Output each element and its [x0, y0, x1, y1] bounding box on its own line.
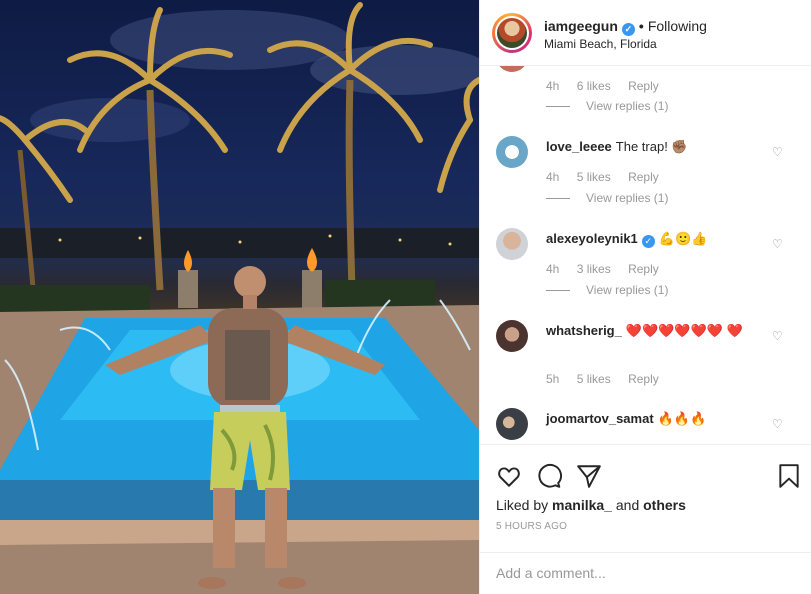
- comments-list[interactable]: 4h 6 likes Reply View replies (1) love_l…: [480, 66, 811, 444]
- add-comment-bar: [480, 552, 811, 594]
- comment-reply-button[interactable]: Reply: [628, 372, 659, 386]
- comment-username[interactable]: alexeyoleynik1: [546, 231, 638, 246]
- avatar[interactable]: [492, 13, 532, 53]
- comment-icon[interactable]: [536, 463, 562, 489]
- comment-time[interactable]: 5h: [546, 372, 559, 386]
- bookmark-icon[interactable]: [776, 463, 802, 489]
- comment-text: 🔥🔥🔥: [657, 411, 707, 426]
- post-location[interactable]: Miami Beach, Florida: [544, 37, 657, 51]
- comment-text: The trap! ✊🏽: [615, 139, 688, 154]
- verified-badge-icon: ✓: [641, 235, 655, 248]
- comment-username[interactable]: joomartov_samat: [546, 411, 654, 426]
- comment-body: love_leeee The trap! ✊🏽: [546, 138, 776, 156]
- comment-avatar[interactable]: [496, 228, 528, 260]
- replies-line: [546, 198, 570, 200]
- comment-meta: 4h 5 likes Reply: [546, 170, 673, 184]
- comment-meta: 4h 3 likes Reply: [546, 262, 673, 276]
- separator-dot: •: [638, 18, 644, 34]
- following-button[interactable]: Following: [648, 18, 707, 34]
- replies-line: [546, 290, 570, 292]
- post-actions: Liked by manilka_ and others 5 HOURS AGO: [480, 444, 811, 544]
- post-photo[interactable]: [0, 0, 479, 594]
- replies-line: [546, 106, 570, 108]
- view-replies-label: View replies (1): [586, 283, 669, 297]
- comment-username[interactable]: whatsherig_: [546, 323, 622, 338]
- share-icon[interactable]: [576, 463, 602, 489]
- post-username[interactable]: iamgeegun: [544, 18, 618, 34]
- comment-likes[interactable]: 5 likes: [577, 372, 611, 386]
- comment-likes[interactable]: 6 likes: [577, 79, 611, 93]
- comment-time[interactable]: 4h: [546, 262, 559, 276]
- comment-meta: 4h 6 likes Reply: [546, 79, 673, 93]
- view-replies-label: View replies (1): [586, 191, 669, 205]
- comment-avatar[interactable]: [496, 320, 528, 352]
- comment-like-heart-icon[interactable]: ♡: [772, 330, 784, 342]
- view-replies-button[interactable]: View replies (1): [546, 99, 668, 113]
- post-time-ago[interactable]: 5 HOURS AGO: [496, 521, 567, 532]
- comment-likes[interactable]: 3 likes: [577, 262, 611, 276]
- view-replies-button[interactable]: View replies (1): [546, 283, 668, 297]
- comment-time[interactable]: 4h: [546, 170, 559, 184]
- verified-badge-icon: ✓: [621, 23, 635, 36]
- comment-time[interactable]: 4h: [546, 79, 559, 93]
- post-header: iamgeegun ✓ • Following Miami Beach, Florid…: [480, 0, 811, 66]
- heart-icon[interactable]: [496, 463, 522, 489]
- comment-likes[interactable]: 5 likes: [577, 170, 611, 184]
- liked-by-user[interactable]: manilka_: [552, 497, 612, 513]
- comment-avatar[interactable]: [496, 66, 528, 72]
- comment-text: ❤️❤️❤️❤️❤️❤️ ❤️: [625, 323, 743, 338]
- liked-by-prefix: Liked by: [496, 497, 553, 513]
- comment-like-heart-icon[interactable]: ♡: [772, 238, 784, 250]
- photo-scene: [0, 2, 479, 594]
- comment-like-heart-icon[interactable]: ♡: [772, 146, 784, 158]
- comment-avatar[interactable]: [496, 408, 528, 440]
- liked-by-others[interactable]: others: [643, 497, 686, 513]
- comment-text: 💪🙂👍: [658, 231, 708, 246]
- comment-reply-button[interactable]: Reply: [628, 170, 659, 184]
- comment-avatar[interactable]: [496, 136, 528, 168]
- view-replies-label: View replies (1): [586, 99, 669, 113]
- comment-body: whatsherig_ ❤️❤️❤️❤️❤️❤️ ❤️: [546, 322, 746, 340]
- liked-by-and: and: [611, 497, 644, 513]
- comment-reply-button[interactable]: Reply: [628, 79, 659, 93]
- comment-body: joomartov_samat 🔥🔥🔥: [546, 410, 776, 428]
- post-username-row: iamgeegun ✓ • Following: [544, 18, 707, 36]
- comment-like-heart-icon[interactable]: ♡: [772, 418, 784, 430]
- post-sidebar: iamgeegun ✓ • Following Miami Beach, Florid…: [479, 0, 811, 594]
- comment-input[interactable]: [496, 563, 786, 583]
- comment-username[interactable]: love_leeee: [546, 139, 612, 154]
- liked-by: Liked by manilka_ and others: [496, 497, 686, 513]
- view-replies-button[interactable]: View replies (1): [546, 191, 668, 205]
- comment-meta: 5h 5 likes Reply: [546, 372, 673, 386]
- comment-body: alexeyoleynik1 ✓ 💪🙂👍: [546, 230, 776, 248]
- comment-reply-button[interactable]: Reply: [628, 262, 659, 276]
